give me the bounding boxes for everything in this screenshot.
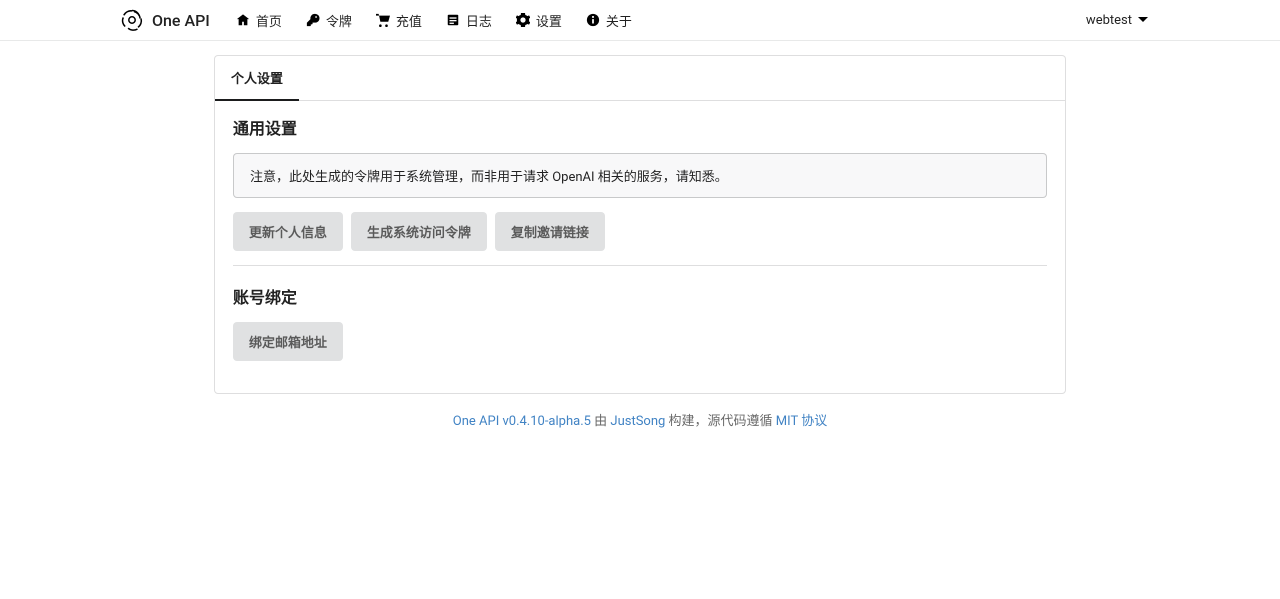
topbar-inner: One API 首页 令牌 充值 bbox=[110, 0, 1170, 40]
tab-label: 个人设置 bbox=[231, 72, 283, 87]
gear-icon bbox=[516, 13, 530, 27]
copy-invite-button[interactable]: 复制邀请链接 bbox=[495, 212, 605, 251]
nav-item-logs[interactable]: 日志 bbox=[434, 1, 504, 40]
info-icon bbox=[586, 13, 600, 27]
nav-label: 设置 bbox=[536, 11, 562, 30]
brand[interactable]: One API bbox=[120, 8, 210, 32]
chevron-down-icon bbox=[1138, 17, 1148, 23]
update-profile-button[interactable]: 更新个人信息 bbox=[233, 212, 343, 251]
nav-item-about[interactable]: 关于 bbox=[574, 1, 644, 40]
main-container: 个人设置 通用设置 注意，此处生成的令牌用于系统管理，而非用于请求 OpenAI… bbox=[214, 55, 1066, 445]
user-menu[interactable]: webtest bbox=[1074, 3, 1160, 38]
nav-item-topup[interactable]: 充值 bbox=[364, 1, 434, 40]
footer-author-link[interactable]: JustSong bbox=[610, 414, 665, 429]
nav-label: 充值 bbox=[396, 11, 422, 30]
nav-label: 关于 bbox=[606, 11, 632, 30]
section-title-binding: 账号绑定 bbox=[233, 284, 1047, 308]
main-nav: 首页 令牌 充值 日志 bbox=[224, 1, 1074, 40]
footer-version-link[interactable]: One API v0.4.10-alpha.5 bbox=[453, 414, 591, 429]
nav-item-home[interactable]: 首页 bbox=[224, 1, 294, 40]
footer-text: 构建，源代码遵循 bbox=[665, 414, 775, 429]
notice-message: 注意，此处生成的令牌用于系统管理，而非用于请求 OpenAI 相关的服务，请知悉… bbox=[233, 153, 1047, 198]
bind-email-button[interactable]: 绑定邮箱地址 bbox=[233, 322, 343, 361]
section-divider bbox=[233, 265, 1047, 266]
tab-content: 通用设置 注意，此处生成的令牌用于系统管理，而非用于请求 OpenAI 相关的服… bbox=[215, 101, 1065, 393]
general-button-row: 更新个人信息 生成系统访问令牌 复制邀请链接 bbox=[233, 212, 1047, 251]
user-name: webtest bbox=[1086, 13, 1132, 28]
nav-label: 令牌 bbox=[326, 11, 352, 30]
nav-label: 日志 bbox=[466, 11, 492, 30]
key-icon bbox=[306, 13, 320, 27]
nav-item-settings[interactable]: 设置 bbox=[504, 1, 574, 40]
nav-item-tokens[interactable]: 令牌 bbox=[294, 1, 364, 40]
settings-card: 个人设置 通用设置 注意，此处生成的令牌用于系统管理，而非用于请求 OpenAI… bbox=[214, 55, 1066, 394]
brand-name: One API bbox=[152, 11, 210, 30]
binding-button-row: 绑定邮箱地址 bbox=[233, 322, 1047, 361]
brand-logo-icon bbox=[120, 8, 144, 32]
nav-label: 首页 bbox=[256, 11, 282, 30]
footer-license-link[interactable]: MIT 协议 bbox=[776, 414, 827, 429]
generate-token-button[interactable]: 生成系统访问令牌 bbox=[351, 212, 487, 251]
footer-text: 由 bbox=[591, 414, 610, 429]
section-title-general: 通用设置 bbox=[233, 115, 1047, 139]
list-icon bbox=[446, 13, 460, 27]
tabs: 个人设置 bbox=[215, 56, 1065, 101]
home-icon bbox=[236, 13, 250, 27]
topbar: One API 首页 令牌 充值 bbox=[0, 0, 1280, 41]
tab-personal-settings[interactable]: 个人设置 bbox=[215, 56, 299, 101]
footer: One API v0.4.10-alpha.5 由 JustSong 构建，源代… bbox=[214, 394, 1066, 445]
cart-icon bbox=[376, 13, 390, 27]
